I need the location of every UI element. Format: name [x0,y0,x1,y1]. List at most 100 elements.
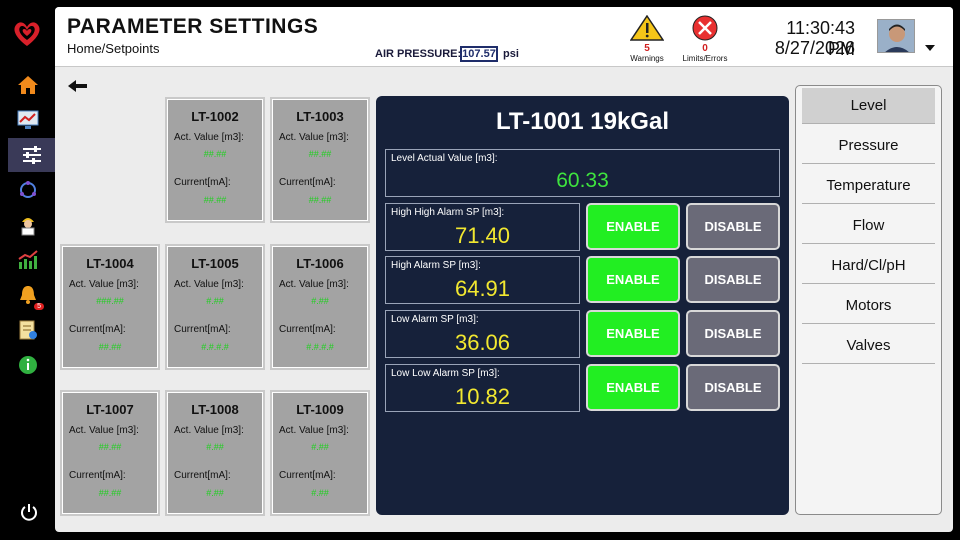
card-current-label: Current[mA]: [69,324,126,335]
page-title: PARAMETER SETTINGS [67,15,319,38]
warnings-label: Warnings [630,54,664,63]
disable-low-low-button[interactable]: DISABLE [686,364,780,411]
card-current-value: ##.## [308,195,332,205]
setpoint-value[interactable]: 71.40 [386,223,579,249]
category-pressure[interactable]: Pressure [802,128,935,164]
card-tag: LT-1005 [191,256,239,271]
card-act-label: Act. Value [m3]: [279,425,349,436]
tank-card-lt-1003[interactable]: LT-1003 Act. Value [m3]: ##.## Current[m… [272,99,368,221]
card-act-label: Act. Value [m3]: [279,132,349,143]
category-motors[interactable]: Motors [802,288,935,324]
tank-card-lt-1005[interactable]: LT-1005 Act. Value [m3]: #.## Current[mA… [167,246,263,368]
nav-alarms[interactable]: 5 [8,278,48,312]
card-act-value: #.## [311,442,329,452]
card-act-label: Act. Value [m3]: [174,279,244,290]
errors-count: 0 [702,43,708,54]
setpoint-high[interactable]: High Alarm SP [m3]: 64.91 [385,256,580,304]
tank-card-lt-1007[interactable]: LT-1007 Act. Value [m3]: ##.## Current[m… [62,392,158,514]
nav-cycle[interactable] [8,173,48,207]
category-nav: Level Pressure Temperature Flow Hard/Cl/… [795,85,942,515]
warnings-count: 5 [644,43,650,54]
report-icon [19,320,37,340]
card-current-value: #.## [206,488,224,498]
setpoint-value[interactable]: 10.82 [386,384,579,410]
category-temperature[interactable]: Temperature [802,168,935,204]
enable-low-button[interactable]: ENABLE [586,310,680,357]
nav-info[interactable] [8,348,48,382]
card-act-value: ##.## [98,442,122,452]
card-current-value: ##.## [203,195,227,205]
card-tag: LT-1002 [191,109,239,124]
nav-trend[interactable] [8,243,48,277]
air-pressure-unit: psi [503,48,519,60]
card-current-value: #.## [311,488,329,498]
worker-icon [21,218,35,236]
nav-setpoints[interactable] [8,138,55,172]
user-avatar[interactable] [877,19,915,53]
errors-label: Limits/Errors [682,54,728,63]
errors-indicator[interactable]: 0 Limits/Errors [675,15,735,64]
setpoint-low[interactable]: Low Alarm SP [m3]: 36.06 [385,310,580,358]
enable-high-button[interactable]: ENABLE [586,256,680,303]
power-icon [21,504,37,521]
main-area: PARAMETER SETTINGS Home/Setpoints AIR PR… [55,7,953,532]
category-valves[interactable]: Valves [802,328,935,364]
breadcrumb: Home/Setpoints [67,41,160,56]
card-current-label: Current[mA]: [279,324,336,335]
warning-triangle-icon [629,14,665,41]
card-current-value: #.#.#.# [306,342,334,352]
card-current-label: Current[mA]: [69,470,126,481]
trend-chart-icon [18,250,38,269]
card-act-label: Act. Value [m3]: [69,425,139,436]
level-actual-value: 60.33 [556,169,609,192]
setpoint-low-low[interactable]: Low Low Alarm SP [m3]: 10.82 [385,364,580,412]
disable-low-button[interactable]: DISABLE [686,310,780,357]
setpoint-value[interactable]: 64.91 [386,276,579,302]
level-actual-label: Level Actual Value [m3]: [391,153,498,164]
back-arrow-icon[interactable] [67,79,89,93]
enable-low-low-button[interactable]: ENABLE [586,364,680,411]
category-level[interactable]: Level [802,88,935,124]
power-button[interactable] [17,500,41,524]
sidebar: 5 [0,0,55,540]
card-current-label: Current[mA]: [174,324,231,335]
enable-high-high-button[interactable]: ENABLE [586,203,680,250]
user-menu-chevron-down-icon[interactable] [925,45,935,51]
tank-card-lt-1004[interactable]: LT-1004 Act. Value [m3]: ###.## Current[… [62,246,158,368]
sliders-icon [22,146,41,164]
nav-home[interactable] [8,68,48,102]
setpoint-label: High Alarm SP [m3]: [391,260,481,271]
tank-card-lt-1002[interactable]: LT-1002 Act. Value [m3]: ##.## Current[m… [167,99,263,221]
card-tag: LT-1009 [296,402,344,417]
setpoint-value[interactable]: 36.06 [386,330,579,356]
card-current-label: Current[mA]: [174,177,231,188]
card-act-value: #.## [206,296,224,306]
card-current-label: Current[mA]: [279,470,336,481]
card-act-value: ##.## [203,149,227,159]
nav-worker[interactable] [8,208,48,242]
warnings-indicator[interactable]: 5 Warnings [617,14,677,64]
category-hard-cl-ph[interactable]: Hard/Cl/pH [802,248,935,284]
info-icon [19,356,37,374]
clock-date: 8/27/2026 [774,38,855,58]
card-act-label: Act. Value [m3]: [174,425,244,436]
tank-card-lt-1006[interactable]: LT-1006 Act. Value [m3]: #.## Current[mA… [272,246,368,368]
card-tag: LT-1007 [86,402,134,417]
disable-high-high-button[interactable]: DISABLE [686,203,780,250]
card-act-value: ###.## [96,296,124,306]
card-current-label: Current[mA]: [279,177,336,188]
air-pressure-label: AIR PRESSURE: [375,48,462,60]
tank-card-lt-1008[interactable]: LT-1008 Act. Value [m3]: #.## Current[mA… [167,392,263,514]
nav-report[interactable] [8,313,48,347]
disable-high-button[interactable]: DISABLE [686,256,780,303]
card-tag: LT-1004 [86,256,134,271]
setpoint-high-high[interactable]: High High Alarm SP [m3]: 71.40 [385,203,580,251]
alarm-count-badge: 5 [34,303,44,310]
category-flow[interactable]: Flow [802,208,935,244]
tank-card-lt-1009[interactable]: LT-1009 Act. Value [m3]: #.## Current[mA… [272,392,368,514]
brand-logo-icon [14,22,40,46]
refresh-cycle-icon [20,181,36,198]
nav-monitor[interactable] [8,103,48,137]
card-act-value: ##.## [308,149,332,159]
card-tag: LT-1003 [296,109,344,124]
